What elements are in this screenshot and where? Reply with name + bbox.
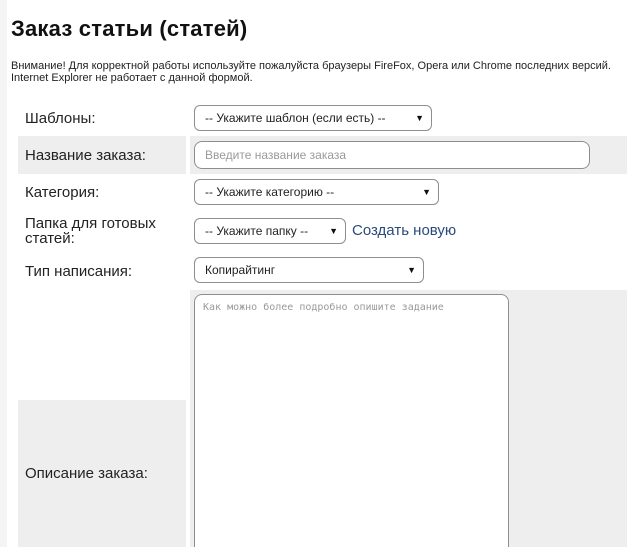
category-select-value: -- Укажите категорию -- — [205, 185, 335, 199]
order-name-placeholder: Введите название заказа — [205, 148, 347, 162]
chevron-down-icon: ▼ — [329, 226, 338, 236]
writing-type-label: Тип написания: — [25, 262, 133, 280]
page-title: Заказ статьи (статей) — [11, 16, 248, 41]
template-select-value: -- Укажите шаблон (если есть) -- — [205, 111, 386, 125]
chevron-down-icon: ▼ — [422, 187, 431, 197]
chevron-down-icon: ▼ — [407, 265, 416, 275]
folder-label: Папка для готовых статей: — [25, 215, 156, 247]
form-row-folder: Папка для готовых статей: -- Укажите пап… — [18, 210, 627, 252]
browser-warning: Внимание! Для корректной работы использу… — [11, 60, 611, 84]
form-row-template: Шаблоны: -- Укажите шаблон (если есть) -… — [18, 100, 627, 136]
category-label: Категория: — [25, 183, 100, 201]
category-select[interactable]: -- Укажите категорию -- ▼ — [194, 179, 439, 205]
page: Заказ статьи (статей) Внимание! Для корр… — [0, 0, 640, 547]
description-textarea[interactable]: Как можно более подробно опишите задание — [194, 294, 509, 547]
form-row-writing-type: Тип написания: Копирайтинг ▼ — [18, 252, 627, 290]
folder-select[interactable]: -- Укажите папку -- ▼ — [194, 218, 346, 244]
form-row-category: Категория: -- Укажите категорию -- ▼ — [18, 174, 627, 210]
left-margin-shade — [0, 0, 7, 547]
description-placeholder: Как можно более подробно опишите задание — [203, 302, 444, 313]
order-name-label: Название заказа: — [18, 136, 186, 174]
writing-type-select-value: Копирайтинг — [205, 263, 276, 277]
folder-select-value: -- Укажите папку -- — [205, 224, 309, 238]
form-row-description: Описание заказа: Как можно более подробн… — [18, 290, 627, 547]
order-name-input[interactable]: Введите название заказа — [194, 141, 590, 169]
template-select[interactable]: -- Укажите шаблон (если есть) -- ▼ — [194, 105, 432, 131]
writing-type-select[interactable]: Копирайтинг ▼ — [194, 257, 424, 283]
form-row-order-name: Название заказа: Введите название заказа — [18, 136, 627, 174]
description-label: Описание заказа: — [18, 400, 186, 547]
chevron-down-icon: ▼ — [415, 113, 424, 123]
template-label: Шаблоны: — [25, 109, 96, 127]
create-folder-link[interactable]: Создать новую — [352, 218, 456, 244]
